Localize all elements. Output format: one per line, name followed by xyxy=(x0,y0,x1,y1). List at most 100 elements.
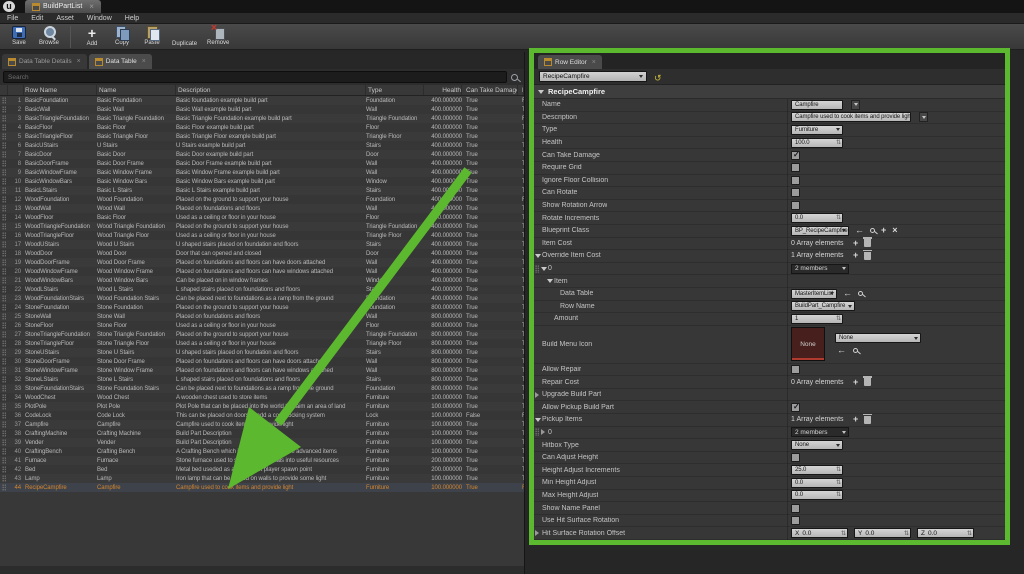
tab-data-table-details[interactable]: Data Table Details× xyxy=(2,54,87,69)
chevron-right-icon[interactable] xyxy=(535,392,539,398)
search-input[interactable] xyxy=(3,71,507,83)
row-drag-handle[interactable] xyxy=(0,141,8,150)
row-drag-handle[interactable] xyxy=(0,420,8,429)
plus-icon[interactable]: + xyxy=(853,239,858,248)
value-field[interactable]: 0.0 xyxy=(791,478,843,488)
table-row[interactable]: 19WoodDoorFrameWood Door FramePlaced on … xyxy=(0,258,524,267)
column-header-type[interactable]: Type xyxy=(366,85,424,95)
row-drag-handle[interactable] xyxy=(0,240,8,249)
checkbox[interactable] xyxy=(791,403,800,412)
plus-icon[interactable]: + xyxy=(853,378,858,387)
table-row[interactable]: 6BasicUStairsU StairsU Stairs example bu… xyxy=(0,141,524,150)
checkbox[interactable] xyxy=(791,504,800,513)
value-dropdown[interactable]: Furniture xyxy=(791,125,843,135)
toolbar-button-duplicate[interactable]: Duplicate xyxy=(172,26,197,47)
spinner-icon[interactable] xyxy=(836,492,841,498)
vector-field-x[interactable]: X0.0 xyxy=(791,528,848,538)
row-drag-handle[interactable] xyxy=(0,402,8,411)
toolbar-button-copy[interactable]: Copy xyxy=(112,26,132,46)
row-drag-handle[interactable] xyxy=(0,303,8,312)
row-drag-handle[interactable] xyxy=(0,321,8,330)
tab-data-table[interactable]: Data Table× xyxy=(89,54,152,69)
column-header-row-name[interactable]: Row Name xyxy=(24,85,97,95)
row-drag-handle[interactable] xyxy=(0,222,8,231)
row-drag-handle[interactable] xyxy=(0,375,8,384)
table-row[interactable]: 34WoodChestWood ChestA wooden chest used… xyxy=(0,393,524,402)
value-field[interactable]: Campfire used to cook items and provide … xyxy=(791,112,911,122)
table-row[interactable]: 27StoneTriangleFoundationStone Triangle … xyxy=(0,330,524,339)
toolbar-button-browse[interactable]: Browse xyxy=(39,26,59,46)
chevron-down-icon[interactable] xyxy=(535,254,541,258)
row-drag-handle[interactable] xyxy=(0,249,8,258)
table-row[interactable]: 36CodeLockCode LockThis can be placed on… xyxy=(0,411,524,420)
row-drag-handle[interactable] xyxy=(0,177,8,186)
value-field[interactable]: 0.0 xyxy=(791,490,843,500)
menu-asset[interactable]: Asset xyxy=(56,15,74,22)
row-drag-handle[interactable] xyxy=(0,474,8,483)
column-header-can-take-damage[interactable]: Can Take Damage xyxy=(462,85,518,95)
row-drag-handle[interactable] xyxy=(0,465,8,474)
row-drag-handle[interactable] xyxy=(0,150,8,159)
row-drag-handle[interactable] xyxy=(0,447,8,456)
row-drag-handle[interactable] xyxy=(0,285,8,294)
table-row[interactable]: 26StoneFloorStone FloorUsed as a ceiling… xyxy=(0,321,524,330)
menu-edit[interactable]: Edit xyxy=(31,15,43,22)
table-row[interactable]: 12WoodFoundationWood FoundationPlaced on… xyxy=(0,195,524,204)
use-selected-asset-icon[interactable]: ← xyxy=(855,226,864,235)
checkbox[interactable] xyxy=(791,163,800,172)
checkbox[interactable] xyxy=(791,201,800,210)
delete-icon[interactable] xyxy=(864,416,871,424)
row-drag-handle[interactable] xyxy=(0,159,8,168)
table-row[interactable]: 21WoodWindowBarsWood Window BarsCan be p… xyxy=(0,276,524,285)
column-header-description[interactable]: Description xyxy=(176,85,366,95)
checkbox[interactable] xyxy=(791,516,800,525)
dropdown-button[interactable] xyxy=(919,112,928,122)
clear-icon[interactable]: × xyxy=(892,226,897,235)
members-dropdown[interactable]: 2 members xyxy=(791,427,849,437)
row-drag-handle[interactable] xyxy=(0,393,8,402)
table-row[interactable]: 20WoodWindowFrameWood Window FramePlaced… xyxy=(0,267,524,276)
table-row[interactable]: 32StoneLStairsStone L StairsL shaped sta… xyxy=(0,375,524,384)
spinner-icon[interactable] xyxy=(836,480,841,486)
row-drag-handle[interactable] xyxy=(0,456,8,465)
tab-row-editor[interactable]: Row Editor × xyxy=(538,55,602,69)
table-row[interactable]: 22WoodLStairsWood L StairsL shaped stair… xyxy=(0,285,524,294)
value-field[interactable]: 25.0 xyxy=(791,465,843,475)
table-row[interactable]: 29StoneUStairsStone U StairsU shaped sta… xyxy=(0,348,524,357)
table-row[interactable]: 24StoneFoundationStone FoundationPlaced … xyxy=(0,303,524,312)
toolbar-button-remove[interactable]: Remove xyxy=(207,26,229,46)
toolbar-button-paste[interactable]: Paste xyxy=(142,26,162,46)
row-drag-handle[interactable] xyxy=(0,204,8,213)
table-row[interactable]: 15WoodTriangleFoundationWood Triangle Fo… xyxy=(0,222,524,231)
table-row[interactable]: 31StoneWindowFrameStone Window FramePlac… xyxy=(0,366,524,375)
table-row[interactable]: 11BasicLStairsBasic L StairsBasic L Stai… xyxy=(0,186,524,195)
checkbox[interactable] xyxy=(791,453,800,462)
row-drag-handle[interactable] xyxy=(0,312,8,321)
browse-to-asset-icon[interactable] xyxy=(858,291,863,296)
row-drag-handle[interactable] xyxy=(0,330,8,339)
table-row[interactable]: 41FurnaceFurnaceStone furnace used to sm… xyxy=(0,456,524,465)
table-row[interactable]: 18WoodDoorWood DoorDoor that can opened … xyxy=(0,249,524,258)
toolbar-button-add[interactable]: Add xyxy=(82,26,102,47)
value-dropdown[interactable]: BP_RecipeCampfire xyxy=(791,226,849,236)
row-drag-handle[interactable] xyxy=(0,213,8,222)
column-header-partial[interactable]: F xyxy=(518,85,524,95)
table-row[interactable]: 37CampfireCampfireCampfire used to cook … xyxy=(0,420,524,429)
checkbox[interactable] xyxy=(791,151,800,160)
table-row[interactable]: 9BasicWindowFrameBasic Window FrameBasic… xyxy=(0,168,524,177)
table-row[interactable]: 23WoodFoundationStairsWood Foundation St… xyxy=(0,294,524,303)
value-field[interactable]: 0.0 xyxy=(791,213,843,223)
spinner-icon[interactable] xyxy=(836,215,841,221)
table-row[interactable]: 17WoodUStairsWood U StairsU shaped stair… xyxy=(0,240,524,249)
browse-to-asset-icon[interactable] xyxy=(870,228,875,233)
spinner-icon[interactable] xyxy=(836,140,841,146)
row-drag-handle[interactable] xyxy=(0,132,8,141)
close-icon[interactable]: × xyxy=(142,58,146,65)
table-row[interactable]: 3BasicTriangleFoundationBasic Triangle F… xyxy=(0,114,524,123)
plus-icon[interactable]: + xyxy=(881,226,886,235)
row-drag-handle[interactable] xyxy=(0,366,8,375)
browse-to-asset-icon[interactable] xyxy=(853,348,858,353)
table-row[interactable]: 39VenderVenderBuild Part DescriptionFurn… xyxy=(0,438,524,447)
chevron-right-icon[interactable] xyxy=(535,530,539,536)
table-row[interactable]: 30StoneDoorFrameStone Door FramePlaced o… xyxy=(0,357,524,366)
